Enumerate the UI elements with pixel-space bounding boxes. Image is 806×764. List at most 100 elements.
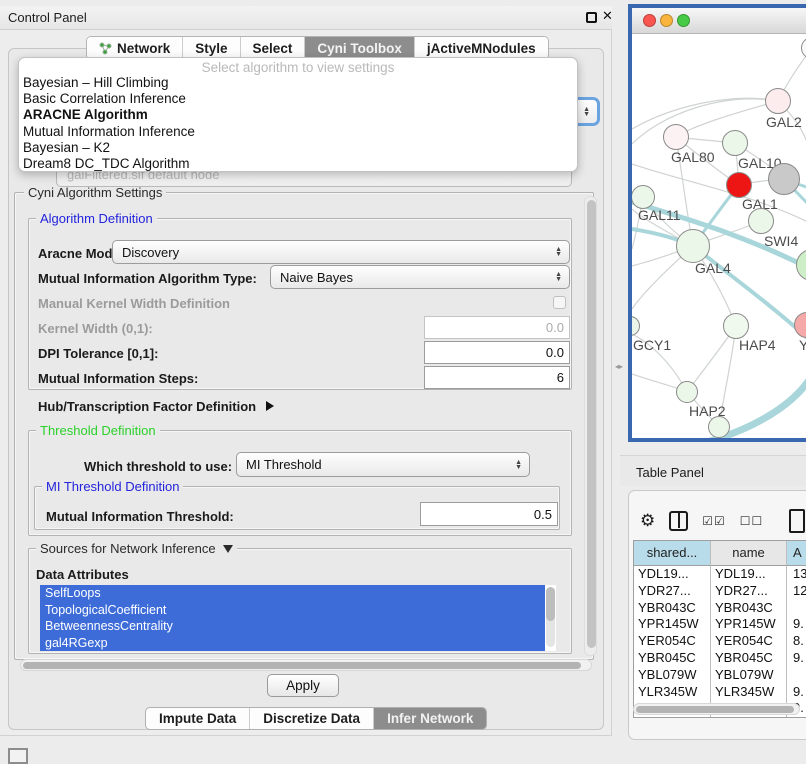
network-node-hap2[interactable]	[676, 381, 698, 403]
close-icon[interactable]: ✕	[602, 8, 613, 24]
sources-legend[interactable]: Sources for Network Inference	[36, 541, 237, 556]
table-cell[interactable]: YER054C	[710, 633, 786, 650]
column-header[interactable]: A	[786, 541, 806, 566]
table-cell[interactable]: 13	[786, 566, 806, 583]
table-horizontal-scrollbar-thumb[interactable]	[636, 706, 794, 713]
tab-cyni-toolbox[interactable]: Cyni Toolbox	[305, 37, 415, 59]
table-cell[interactable]: YBR043C	[634, 600, 710, 617]
tab-style[interactable]: Style	[183, 37, 240, 59]
settings-vertical-scrollbar[interactable]	[584, 196, 597, 656]
apply-button[interactable]: Apply	[267, 674, 339, 697]
table-row[interactable]: YPR145WYPR145W9.	[634, 616, 806, 633]
attributes-scrollbar-thumb[interactable]	[546, 587, 555, 621]
attribute-item[interactable]: BetweennessCentrality	[40, 618, 545, 635]
cyni-settings-legend: Cyni Algorithm Settings	[24, 185, 166, 200]
minimize-traffic-light-icon[interactable]	[660, 14, 673, 27]
network-node-gal10[interactable]	[722, 130, 748, 156]
tab-impute-data[interactable]: Impute Data	[146, 708, 250, 729]
document-icon[interactable]	[789, 509, 805, 533]
table-cell[interactable]: YLR345W	[710, 684, 786, 701]
select-all-checks-icon[interactable]: ☑☑	[702, 514, 726, 528]
mi-threshold-field[interactable]: 0.5	[420, 502, 558, 526]
table-row[interactable]: YLR345WYLR345W9.	[634, 684, 806, 701]
column-header[interactable]: shared...	[634, 541, 710, 566]
network-node-gal2[interactable]	[765, 88, 791, 114]
split-pane-grip-icon[interactable]: ◂▸	[615, 362, 623, 371]
table-cell[interactable]: YBR043C	[710, 600, 786, 617]
tab-jactivemnodules[interactable]: jActiveMNodules	[415, 37, 548, 59]
tab-discretize-data[interactable]: Discretize Data	[250, 708, 374, 729]
network-node-swi4[interactable]	[748, 208, 774, 234]
table-row[interactable]: YBR043CYBR043C	[634, 600, 806, 617]
which-threshold-select[interactable]: MI Threshold ▲▼	[236, 452, 530, 477]
network-canvas[interactable]: GAL2GAL80GAL10GAL1GAL11SWI4GAL4GCY1HAP4Y…	[632, 34, 806, 438]
table-cell[interactable]: YPR145W	[634, 616, 710, 633]
table-cell[interactable]: YBL079W	[634, 667, 710, 684]
network-node-gal4[interactable]	[676, 229, 710, 263]
aracne-mode-select[interactable]: Discovery ▲▼	[112, 240, 570, 264]
table-cell[interactable]: YDR27...	[710, 583, 786, 600]
network-node-hap4[interactable]	[723, 313, 749, 339]
table-cell[interactable]	[786, 600, 806, 617]
kernel-width-field[interactable]: 0.0	[424, 316, 570, 339]
tab-network[interactable]: Network	[87, 37, 183, 59]
network-node-gal80[interactable]	[663, 124, 689, 150]
table-cell[interactable]: 8.	[786, 633, 806, 650]
network-node-gal11[interactable]	[632, 185, 655, 209]
network-node[interactable]	[768, 163, 800, 195]
tab-select[interactable]: Select	[241, 37, 306, 59]
table-cell[interactable]: 9.	[786, 684, 806, 701]
algorithm-option[interactable]: ARACNE Algorithm	[19, 107, 577, 123]
network-window-titlebar[interactable]	[632, 8, 806, 34]
settings-vertical-scrollbar-thumb[interactable]	[587, 200, 596, 648]
attribute-item[interactable]: TopologicalCoefficient	[40, 602, 545, 619]
algorithm-definition-legend: Algorithm Definition	[36, 211, 157, 226]
algorithm-option[interactable]: Mutual Information Inference	[19, 124, 577, 140]
table-cell[interactable]: 9.	[786, 616, 806, 633]
table-row[interactable]: YDR27...YDR27...12	[634, 583, 806, 600]
attribute-item[interactable]: SelfLoops	[40, 585, 545, 602]
table-cell[interactable]: YDL19...	[634, 566, 710, 583]
attribute-item[interactable]: gal4RGexp	[40, 635, 545, 652]
column-header[interactable]: name	[710, 541, 786, 566]
table-row[interactable]: YER054CYER054C8.	[634, 633, 806, 650]
mi-type-select[interactable]: Naive Bayes ▲▼	[270, 265, 570, 289]
table-panel-toolbar: ⚙ ☑☑ ☐☐	[640, 505, 806, 537]
table-cell[interactable]: YBR045C	[634, 650, 710, 667]
settings-horizontal-scrollbar-thumb[interactable]	[23, 662, 581, 669]
table-cell[interactable]: YDR27...	[634, 583, 710, 600]
attributes-scrollbar[interactable]	[546, 587, 555, 647]
table-cell[interactable]: 12	[786, 583, 806, 600]
network-node[interactable]	[708, 416, 730, 438]
table-cell[interactable]: 9.	[786, 650, 806, 667]
algorithm-option[interactable]: Bayesian – Hill Climbing	[19, 75, 577, 91]
close-traffic-light-icon[interactable]	[643, 14, 656, 27]
table-cell[interactable]: YPR145W	[710, 616, 786, 633]
tab-infer-network[interactable]: Infer Network	[374, 708, 486, 729]
zoom-traffic-light-icon[interactable]	[677, 14, 690, 27]
table-horizontal-scrollbar[interactable]	[633, 703, 800, 715]
table-row[interactable]: YDL19...YDL19...13	[634, 566, 806, 583]
manual-kernel-checkbox[interactable]	[553, 296, 566, 309]
settings-horizontal-scrollbar[interactable]	[20, 659, 592, 671]
dpi-tolerance-field[interactable]: 0.0	[424, 341, 570, 364]
columns-icon[interactable]	[669, 511, 688, 531]
mi-steps-field[interactable]: 6	[424, 366, 570, 389]
gear-icon[interactable]: ⚙	[640, 511, 655, 531]
hub-definition-toggle[interactable]: Hub/Transcription Factor Definition	[38, 399, 274, 414]
network-node-gal1[interactable]	[726, 172, 752, 198]
table-row[interactable]: YBL079WYBL079W	[634, 667, 806, 684]
table-cell[interactable]: YER054C	[634, 633, 710, 650]
which-threshold-label: Which threshold to use:	[84, 459, 232, 474]
deselect-all-checks-icon[interactable]: ☐☐	[740, 514, 764, 528]
algorithm-option[interactable]: Basic Correlation Inference	[19, 91, 577, 107]
algorithm-option[interactable]: Bayesian – K2	[19, 140, 577, 156]
table-cell[interactable]	[786, 667, 806, 684]
table-cell[interactable]: YBL079W	[710, 667, 786, 684]
float-window-icon[interactable]	[586, 12, 597, 23]
table-cell[interactable]: YBR045C	[710, 650, 786, 667]
table-cell[interactable]: YDL19...	[710, 566, 786, 583]
table-cell[interactable]: YLR345W	[634, 684, 710, 701]
algorithm-option[interactable]: Dream8 DC_TDC Algorithm	[19, 156, 577, 172]
table-row[interactable]: YBR045CYBR045C9.	[634, 650, 806, 667]
